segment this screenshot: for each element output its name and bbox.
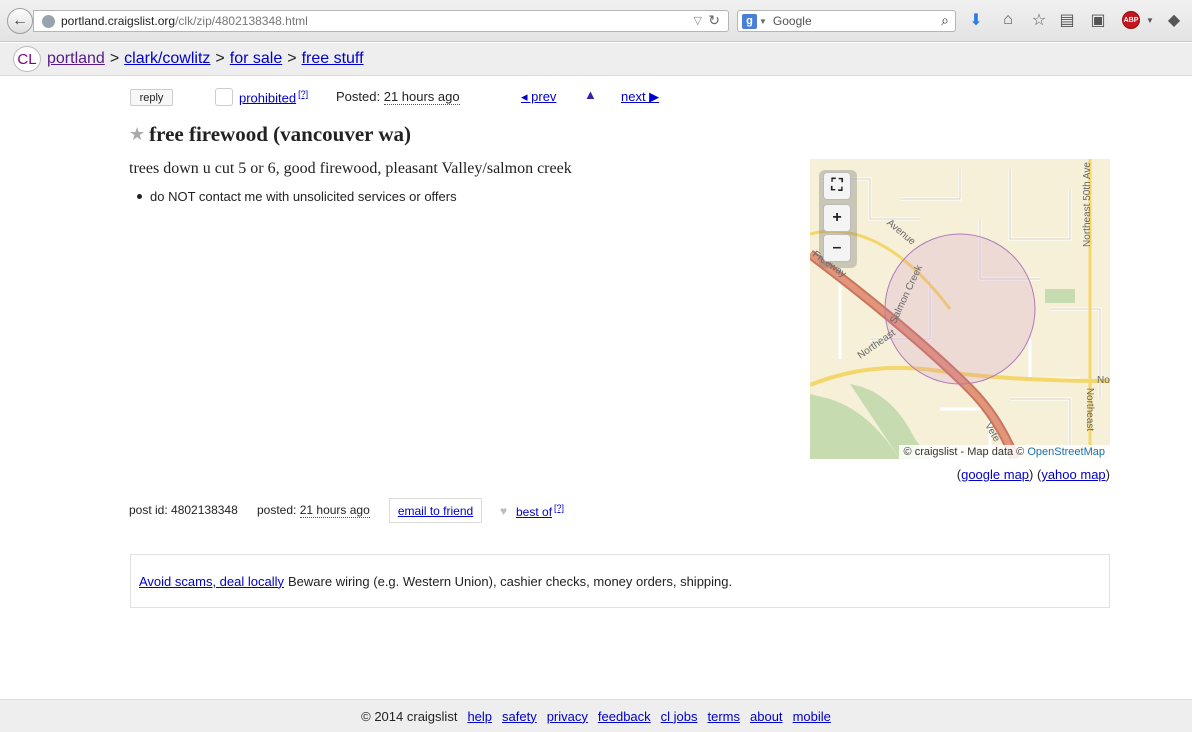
best-of: best of [?] <box>516 503 564 519</box>
post-title-row: ★ free firewood (vancouver wa) <box>129 122 411 147</box>
posted-label: posted: <box>257 503 297 517</box>
bookmark-star-icon[interactable]: ☆ <box>1029 10 1049 30</box>
search-bar[interactable]: g ▼ Google ⌕ <box>737 10 956 32</box>
craigslist-logo[interactable]: CL <box>13 46 41 72</box>
url-path: /clk/zip/4802138348.html <box>175 14 308 28</box>
location-map[interactable]: Freeway Avenue Salmon Creek Northeast No… <box>810 159 1110 459</box>
reload-icon[interactable]: ↻ <box>708 12 720 29</box>
breadcrumb-for-sale[interactable]: for sale <box>230 50 282 68</box>
adblock-dropdown-icon[interactable]: ▼ <box>1140 10 1160 30</box>
globe-icon <box>42 14 55 28</box>
post-notice: do NOT contact me with unsolicited servi… <box>137 189 457 204</box>
footer-link-mobile[interactable]: mobile <box>793 709 831 724</box>
post-title: free firewood (vancouver wa) <box>149 122 411 146</box>
back-button[interactable]: ← <box>7 8 33 34</box>
footer-link-about[interactable]: about <box>750 709 783 724</box>
home-icon[interactable]: ⌂ <box>998 10 1018 30</box>
heart-icon[interactable]: ♥ <box>500 504 507 518</box>
search-placeholder: Google <box>772 14 812 28</box>
url-dropdown-icon[interactable]: ▽ <box>694 14 702 27</box>
breadcrumb-separator: > <box>215 50 225 67</box>
search-icon[interactable]: ⌕ <box>941 12 949 29</box>
posted-time: 21 hours ago <box>383 89 460 105</box>
best-of-help-link[interactable]: [?] <box>554 503 564 513</box>
download-icon[interactable]: ⬇ <box>966 10 986 30</box>
notice-text: do NOT contact me with unsolicited servi… <box>150 189 457 204</box>
yahoo-map-link[interactable]: yahoo map <box>1041 467 1105 482</box>
breadcrumb-free-stuff[interactable]: free stuff <box>302 50 364 68</box>
copyright: © 2014 craigslist <box>361 708 458 724</box>
url-host: portland.craigslist.org <box>61 14 176 28</box>
breadcrumb-separator: > <box>109 50 120 67</box>
footer-link-terms[interactable]: terms <box>708 709 741 724</box>
adblock-icon: ABP <box>1122 11 1140 29</box>
prev-link[interactable]: ◂ prev <box>521 89 556 105</box>
breadcrumb: CL portland > clark/cowlitz > for sale >… <box>0 43 1192 76</box>
footer-link-help[interactable]: help <box>467 709 492 724</box>
footer-link-safety[interactable]: safety <box>502 709 537 724</box>
adblock-button[interactable]: ABP <box>1121 10 1141 30</box>
best-of-link[interactable]: best of <box>516 505 552 519</box>
extension-icon[interactable]: ◆ <box>1164 10 1184 30</box>
avoid-scams-link[interactable]: Avoid scams, deal locally <box>139 574 284 589</box>
zoom-out-button[interactable]: – <box>823 234 851 262</box>
back-arrow-icon: ← <box>12 12 28 29</box>
reply-button[interactable]: reply <box>130 89 173 106</box>
footer-link-privacy[interactable]: privacy <box>547 709 588 724</box>
bullet-icon <box>137 194 142 199</box>
post-body: trees down u cut 5 or 6, good firewood, … <box>129 160 572 177</box>
post-id: post id: 4802138348 <box>129 503 238 517</box>
address-bar[interactable]: portland.craigslist.org/clk/zip/48021383… <box>33 10 729 32</box>
posted-date: Posted: 21 hours ago <box>336 89 460 105</box>
map-links-mid: ) ( <box>1029 467 1042 482</box>
map-links-close: ) <box>1105 467 1110 482</box>
openstreetmap-link[interactable]: OpenStreetMap <box>1027 446 1105 458</box>
breadcrumb-separator: > <box>287 50 297 67</box>
prohibited-flag: prohibited [?] <box>239 89 308 105</box>
breadcrumb-clark-cowlitz[interactable]: clark/cowlitz <box>124 50 210 68</box>
scam-warning-text: Beware wiring (e.g. Western Union), cash… <box>288 573 733 589</box>
posted-time: 21 hours ago <box>299 503 370 518</box>
map-label-northeast-50th: Northeast 50th Ave <box>1081 162 1093 247</box>
map-label-no: No <box>1097 375 1110 386</box>
reader-icon[interactable]: ▤ <box>1057 10 1077 30</box>
google-engine-icon[interactable]: g <box>742 13 757 29</box>
map-attribution: © craigslist - Map data © OpenStreetMap <box>898 445 1110 459</box>
next-link[interactable]: next ▶ <box>621 89 659 105</box>
map-label-northeast-right: Northeast <box>1084 387 1096 432</box>
favorite-checkbox[interactable] <box>215 88 233 106</box>
map-links: (google map) (yahoo map) <box>957 467 1110 482</box>
email-to-friend-link[interactable]: email to friend <box>398 504 473 518</box>
up-arrow-icon[interactable]: ▲ <box>584 87 597 102</box>
engine-dropdown-icon[interactable]: ▼ <box>759 17 767 26</box>
footer-link-feedback[interactable]: feedback <box>598 709 651 724</box>
browser-toolbar: ← portland.craigslist.org/clk/zip/480213… <box>0 0 1192 42</box>
page-footer: © 2014 craigslist help safety privacy fe… <box>0 699 1192 732</box>
prohibited-link[interactable]: prohibited <box>239 90 296 105</box>
prohibited-help-link[interactable]: [?] <box>298 89 308 99</box>
fullscreen-icon[interactable]: ⛶ <box>823 172 851 200</box>
breadcrumb-portland[interactable]: portland <box>47 50 105 68</box>
posted-label: Posted: <box>336 89 381 104</box>
email-to-friend-button[interactable]: email to friend <box>389 498 482 523</box>
map-attribution-text: © craigslist - Map data © <box>903 446 1025 458</box>
footer-link-cl-jobs[interactable]: cl jobs <box>661 709 698 724</box>
zoom-in-button[interactable]: + <box>823 204 851 232</box>
favorite-star-icon[interactable]: ★ <box>129 124 145 145</box>
google-map-link[interactable]: google map <box>961 467 1029 482</box>
posted-info: posted: 21 hours ago <box>257 503 370 518</box>
screenshot-icon[interactable]: ▣ <box>1088 10 1108 30</box>
scam-warning: Avoid scams, deal locally Beware wiring … <box>130 554 1110 608</box>
